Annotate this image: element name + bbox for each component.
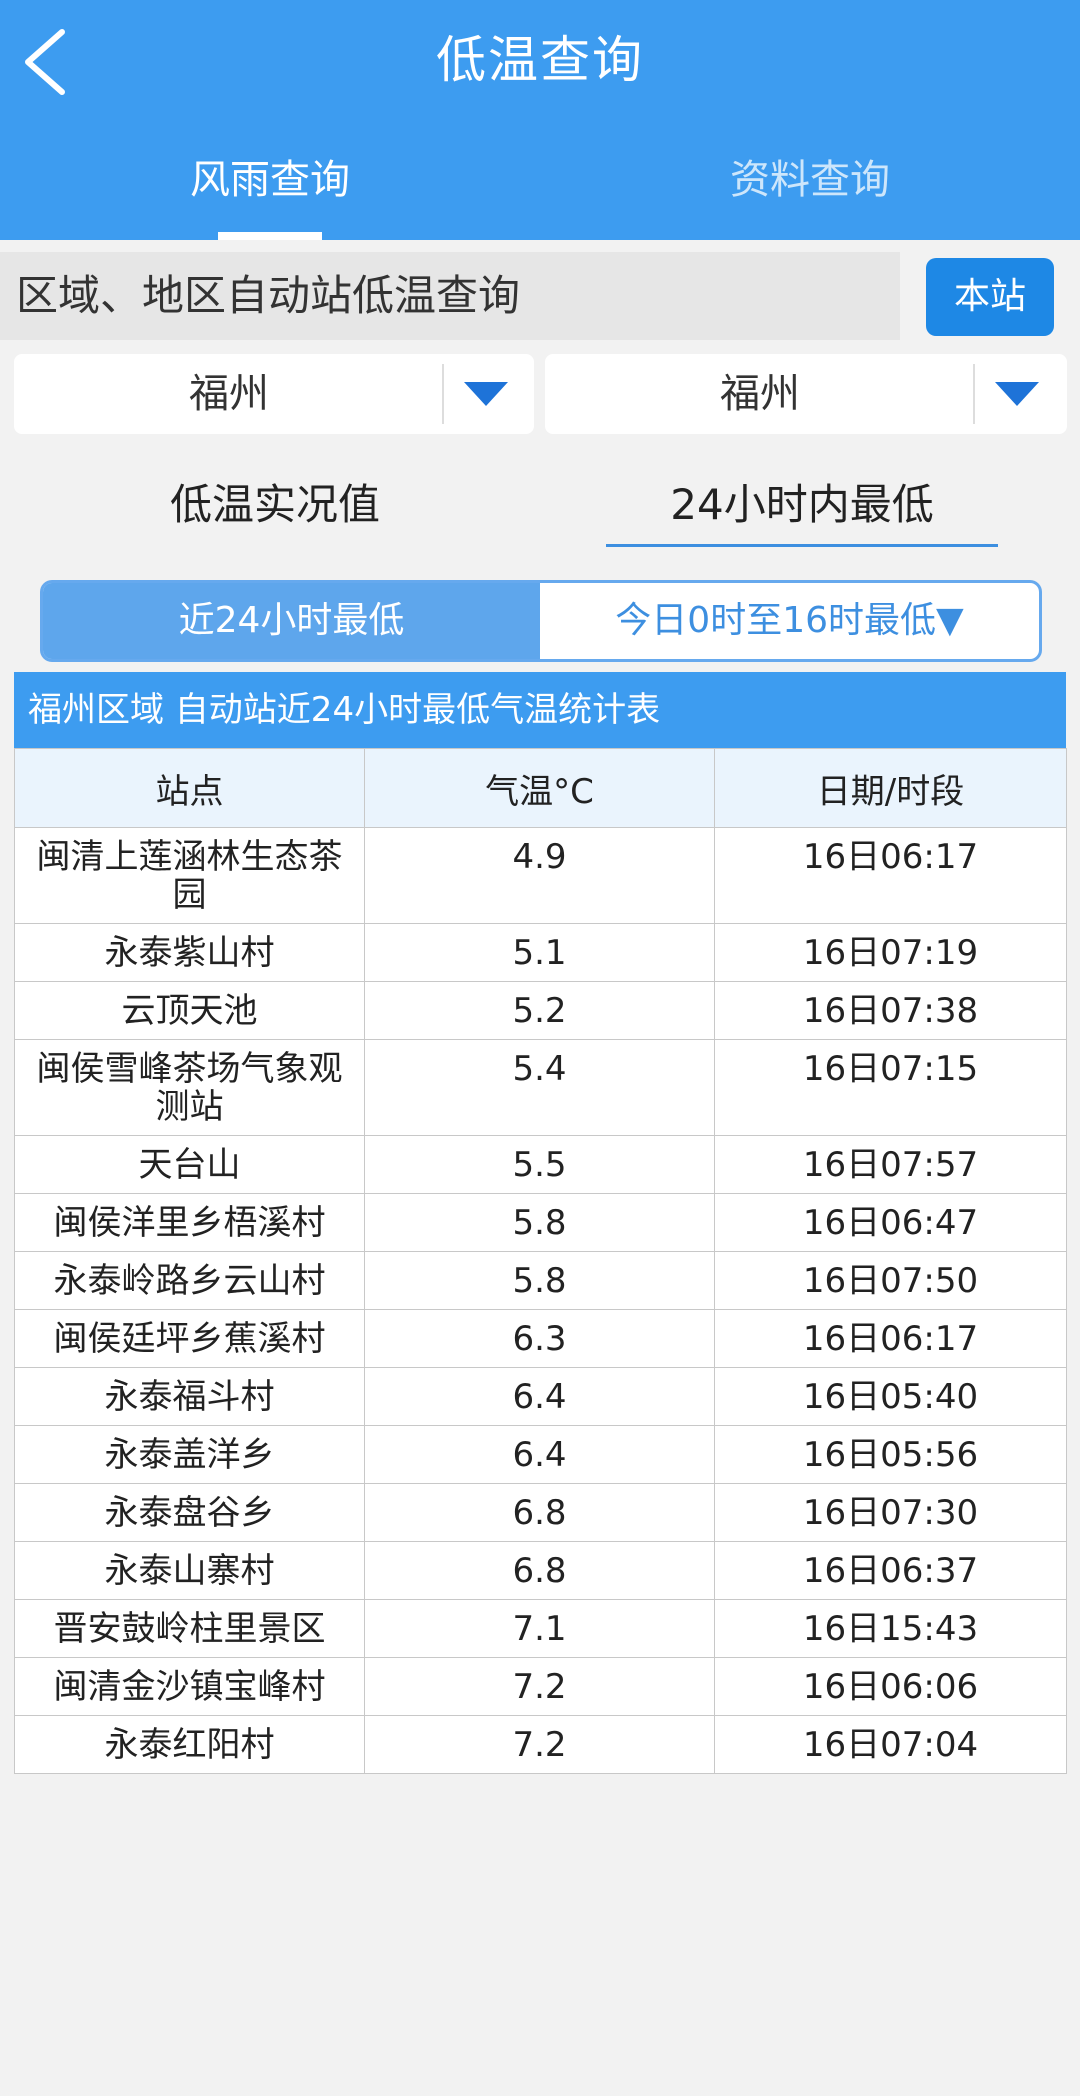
city-select[interactable]: 福州: [14, 354, 534, 434]
time-cell: 16日06:17: [714, 827, 1067, 924]
table-row: 闽侯雪峰茶场气象观测站 5.4 16日07:15: [14, 1039, 1067, 1136]
table-row: 永泰紫山村 5.1 16日07:19: [14, 923, 1067, 982]
district-select-value: 福州: [720, 371, 800, 417]
table-row: 闽侯洋里乡梧溪村 5.8 16日06:47: [14, 1193, 1067, 1252]
table-row: 永泰红阳村 7.2 16日07:04: [14, 1715, 1067, 1774]
table-row: 永泰盖洋乡 6.4 16日05:56: [14, 1425, 1067, 1484]
station-cell: 晋安鼓岭柱里景区: [14, 1599, 365, 1658]
station-cell: 永泰福斗村: [14, 1367, 365, 1426]
column-header-temp: 气温°C: [364, 748, 715, 828]
table-row: 永泰岭路乡云山村 5.8 16日07:50: [14, 1251, 1067, 1310]
column-header-station: 站点: [14, 748, 365, 828]
subtab-indicator: [606, 544, 998, 547]
column-header-time: 日期/时段: [714, 748, 1067, 828]
station-cell: 闽侯雪峰茶场气象观测站: [14, 1039, 365, 1136]
table-row: 永泰盘谷乡 6.8 16日07:30: [14, 1483, 1067, 1542]
temp-cell: 5.1: [364, 923, 715, 982]
time-cell: 16日07:30: [714, 1483, 1067, 1542]
local-station-button[interactable]: 本站: [926, 258, 1054, 336]
tab-data-query[interactable]: 资料查询: [540, 150, 1080, 210]
temp-cell: 5.2: [364, 981, 715, 1040]
station-cell: 永泰盖洋乡: [14, 1425, 365, 1484]
temp-cell: 7.1: [364, 1599, 715, 1658]
time-cell: 16日07:19: [714, 923, 1067, 982]
page-title: 低温查询: [436, 31, 644, 89]
temp-cell: 6.8: [364, 1541, 715, 1600]
city-select-value: 福州: [189, 371, 269, 417]
table-row: 天台山 5.5 16日07:57: [14, 1135, 1067, 1194]
dropdown-triangle-icon[interactable]: [995, 382, 1039, 406]
time-cell: 16日06:47: [714, 1193, 1067, 1252]
station-cell: 闽清金沙镇宝峰村: [14, 1657, 365, 1716]
table-row: 闽清金沙镇宝峰村 7.2 16日06:06: [14, 1657, 1067, 1716]
temp-cell: 5.4: [364, 1039, 715, 1136]
station-cell: 永泰岭路乡云山村: [14, 1251, 365, 1310]
temp-cell: 4.9: [364, 827, 715, 924]
subtab-24h-lowest[interactable]: 24小时内最低: [606, 470, 998, 540]
station-cell: 永泰红阳村: [14, 1715, 365, 1774]
time-cell: 16日15:43: [714, 1599, 1067, 1658]
dropdown-triangle-icon[interactable]: [464, 382, 508, 406]
table-row: 闽侯廷坪乡蕉溪村 6.3 16日06:17: [14, 1309, 1067, 1368]
time-cell: 16日07:04: [714, 1715, 1067, 1774]
time-cell: 16日06:17: [714, 1309, 1067, 1368]
table-row: 晋安鼓岭柱里景区 7.1 16日15:43: [14, 1599, 1067, 1658]
period-segment: 近24小时最低 今日0时至16时最低▼: [40, 580, 1042, 662]
temp-cell: 6.4: [364, 1425, 715, 1484]
station-cell: 闽侯廷坪乡蕉溪村: [14, 1309, 365, 1368]
active-tab-indicator: [218, 232, 322, 240]
time-cell: 16日07:50: [714, 1251, 1067, 1310]
time-cell: 16日07:38: [714, 981, 1067, 1040]
time-cell: 16日06:06: [714, 1657, 1067, 1716]
district-select[interactable]: 福州: [545, 354, 1067, 434]
station-cell: 天台山: [14, 1135, 365, 1194]
temp-cell: 6.8: [364, 1483, 715, 1542]
table-caption: 福州区域 自动站近24小时最低气温统计表: [14, 672, 1066, 748]
app-header: 低温查询 风雨查询 资料查询: [0, 0, 1080, 240]
time-cell: 16日07:15: [714, 1039, 1067, 1136]
temp-cell: 6.3: [364, 1309, 715, 1368]
time-cell: 16日05:56: [714, 1425, 1067, 1484]
region-label: 区域、地区自动站低温查询: [16, 271, 521, 320]
table-row: 云顶天池 5.2 16日07:38: [14, 981, 1067, 1040]
temp-cell: 5.8: [364, 1251, 715, 1310]
subtab-realtime-low[interactable]: 低温实况值: [140, 470, 410, 540]
tab-wind-rain[interactable]: 风雨查询: [0, 150, 540, 210]
select-divider: [442, 364, 444, 424]
temp-cell: 5.5: [364, 1135, 715, 1194]
temp-cell: 7.2: [364, 1715, 715, 1774]
station-cell: 闽侯洋里乡梧溪村: [14, 1193, 365, 1252]
low-temp-table: 站点 气温°C 日期/时段 闽清上莲涵林生态茶园 4.9 16日06:17 永泰紫山村…: [14, 748, 1067, 1774]
select-divider: [973, 364, 975, 424]
temp-cell: 5.8: [364, 1193, 715, 1252]
station-cell: 永泰紫山村: [14, 923, 365, 982]
segment-today-range[interactable]: 今日0时至16时最低▼: [540, 583, 1039, 659]
time-cell: 16日07:57: [714, 1135, 1067, 1194]
segment-last-24h[interactable]: 近24小时最低: [43, 583, 540, 659]
station-cell: 永泰盘谷乡: [14, 1483, 365, 1542]
table-row: 永泰山寨村 6.8 16日06:37: [14, 1541, 1067, 1600]
table-header-row: 站点 气温°C 日期/时段: [14, 748, 1067, 828]
temp-cell: 6.4: [364, 1367, 715, 1426]
station-cell: 永泰山寨村: [14, 1541, 365, 1600]
table-row: 永泰福斗村 6.4 16日05:40: [14, 1367, 1067, 1426]
table-row: 闽清上莲涵林生态茶园 4.9 16日06:17: [14, 827, 1067, 924]
time-cell: 16日05:40: [714, 1367, 1067, 1426]
temp-cell: 7.2: [364, 1657, 715, 1716]
time-cell: 16日06:37: [714, 1541, 1067, 1600]
station-cell: 云顶天池: [14, 981, 365, 1040]
station-cell: 闽清上莲涵林生态茶园: [14, 827, 365, 924]
